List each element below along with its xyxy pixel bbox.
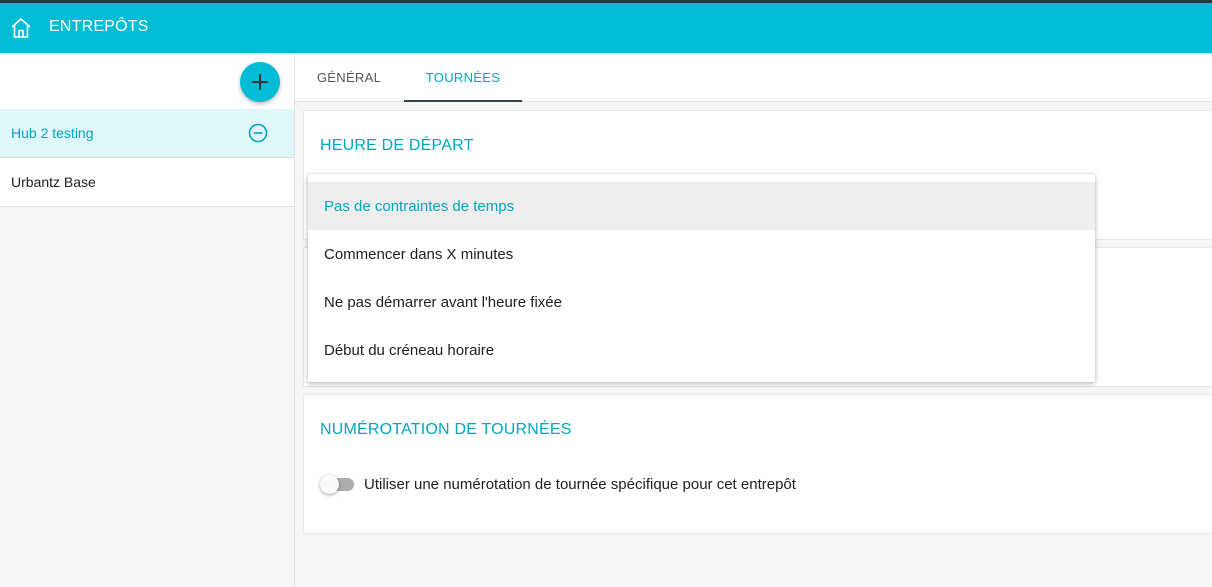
sidebar-item-label: Urbantz Base	[11, 174, 96, 190]
home-icon[interactable]	[9, 16, 33, 40]
sidebar-item-urbantz-base[interactable]: Urbantz Base	[0, 158, 294, 207]
tab-bar: GÉNÉRAL TOURNÉES	[295, 53, 1212, 102]
departure-time-dropdown-menu: Pas de contraintes de temps Commencer da…	[308, 174, 1095, 382]
route-numbering-card: NUMÉROTATION DE TOURNÉES Utiliser une nu…	[303, 394, 1212, 534]
departure-time-title: HEURE DE DÉPART	[320, 137, 474, 154]
app-bar: ENTREPÔTS	[0, 3, 1212, 53]
toggle-thumb	[320, 475, 339, 494]
tab-general[interactable]: GÉNÉRAL	[295, 53, 403, 101]
warehouse-sidebar: Hub 2 testing Urbantz Base	[0, 53, 295, 587]
dropdown-option-start-in-x-minutes[interactable]: Commencer dans X minutes	[308, 230, 1095, 278]
route-numbering-toggle[interactable]	[320, 475, 356, 495]
dropdown-option-not-before-fixed-time[interactable]: Ne pas démarrer avant l'heure fixée	[308, 278, 1095, 326]
sidebar-item-hub-2-testing[interactable]: Hub 2 testing	[0, 109, 294, 158]
minus-circle-icon[interactable]	[248, 123, 268, 143]
plus-icon	[252, 74, 268, 90]
dropdown-option-no-time-constraint[interactable]: Pas de contraintes de temps	[308, 182, 1095, 230]
add-warehouse-button[interactable]	[240, 62, 280, 102]
route-numbering-toggle-label: Utiliser une numérotation de tournée spé…	[364, 476, 796, 493]
page-title: ENTREPÔTS	[49, 18, 149, 35]
sidebar-item-label: Hub 2 testing	[11, 125, 94, 141]
dropdown-option-time-slot-start[interactable]: Début du créneau horaire	[308, 326, 1095, 374]
route-numbering-title: NUMÉROTATION DE TOURNÉES	[320, 421, 572, 438]
tab-tournees[interactable]: TOURNÉES	[404, 53, 522, 102]
sidebar-header	[0, 53, 294, 109]
